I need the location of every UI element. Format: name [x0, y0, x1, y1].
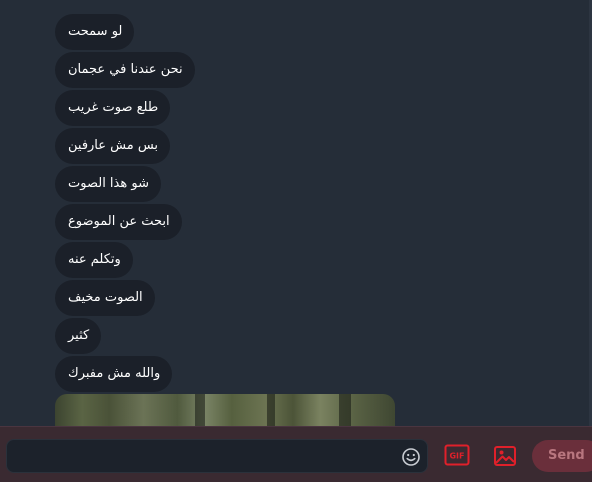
svg-text:GIF: GIF — [449, 452, 464, 461]
message-bubble: طلع صوت غريب — [55, 90, 171, 126]
message-input[interactable] — [7, 440, 387, 472]
media-detail — [195, 394, 205, 426]
message-bubble: كثير — [55, 318, 102, 354]
message-bubble: ابحث عن الموضوع — [55, 204, 182, 240]
message-bubble: والله مش مفبرك — [55, 356, 173, 392]
message-bubble: وتكلم عنه — [55, 242, 133, 278]
media-attachment[interactable] — [55, 394, 395, 426]
gif-icon[interactable]: GIF — [444, 444, 470, 466]
message-input-box — [6, 439, 428, 473]
emoji-icon[interactable] — [401, 447, 421, 467]
message-bubble: بس مش عارفين — [55, 128, 171, 164]
media-detail — [267, 394, 275, 426]
message-bubble: لو سمحت — [55, 14, 135, 50]
send-button[interactable]: Send — [532, 440, 592, 472]
image-icon[interactable] — [493, 444, 517, 468]
message-bubble: الصوت مخيف — [55, 280, 155, 316]
chat-area: لو سمحت نحن عندنا في عجمان طلع صوت غريب … — [0, 0, 592, 426]
media-detail — [339, 394, 351, 426]
message-bubble: نحن عندنا في عجمان — [55, 52, 195, 88]
message-bubble: شو هذا الصوت — [55, 166, 161, 202]
